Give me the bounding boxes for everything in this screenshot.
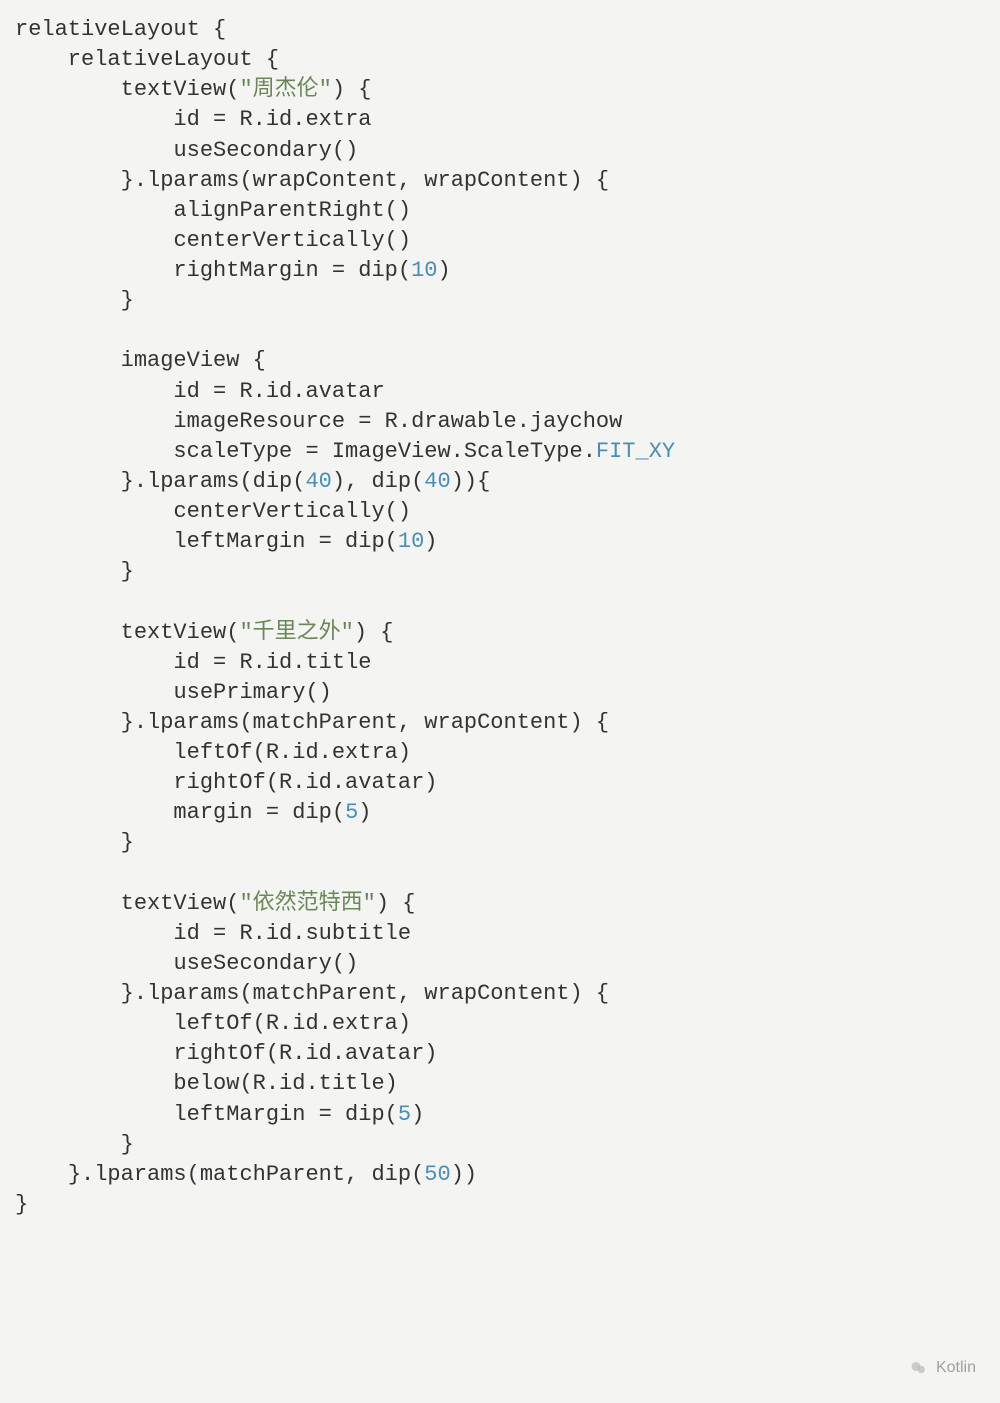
string-literal: "千里之外" bbox=[239, 620, 353, 645]
watermark-text: Kotlin bbox=[936, 1357, 976, 1379]
code-block: relativeLayout { relativeLayout { textVi… bbox=[15, 15, 985, 1220]
wechat-icon bbox=[910, 1359, 928, 1377]
watermark: Kotlin bbox=[910, 1357, 976, 1379]
string-literal: "周杰伦" bbox=[239, 77, 331, 102]
string-literal: "依然范特西" bbox=[239, 891, 375, 916]
